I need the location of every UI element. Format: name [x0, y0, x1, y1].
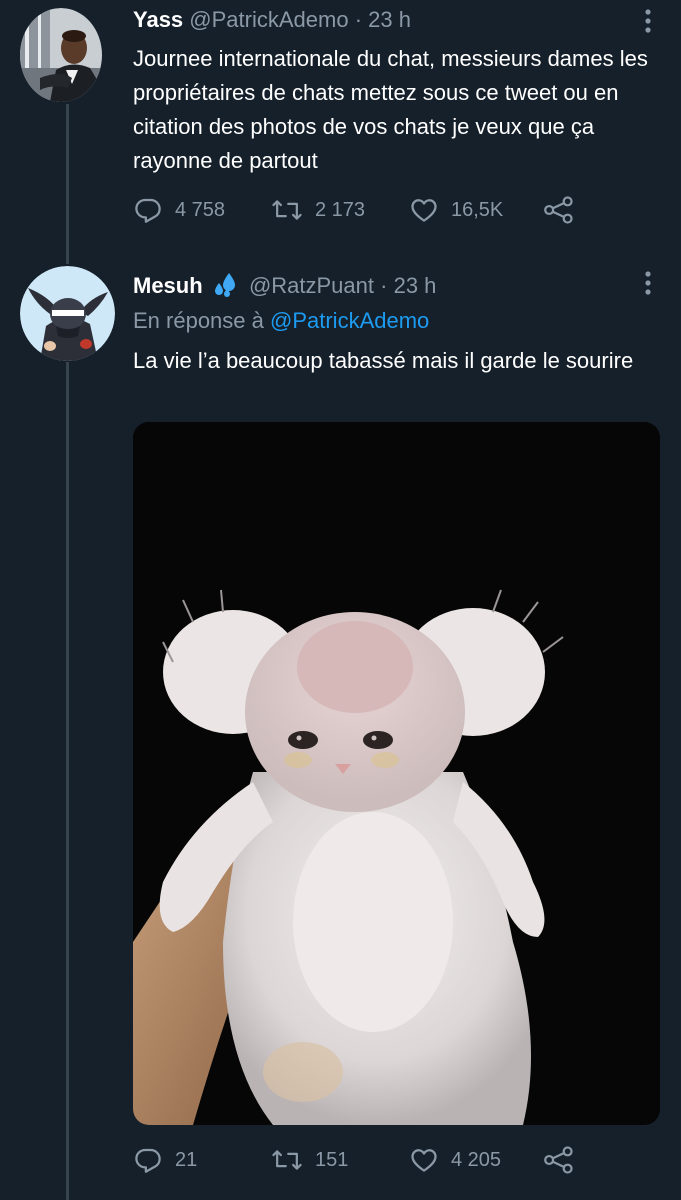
more-vertical-icon[interactable] — [638, 8, 658, 36]
separator-dot: · — [354, 7, 363, 32]
like-count: 4 205 — [451, 1148, 502, 1171]
reply-button[interactable]: 21 — [133, 1142, 197, 1178]
display-name[interactable]: Mesuh — [133, 273, 203, 298]
timestamp[interactable]: 23 h — [394, 273, 437, 298]
share-icon — [543, 195, 575, 225]
tweet-media-image[interactable] — [133, 422, 660, 1125]
user-handle[interactable]: @PatrickAdemo — [189, 7, 348, 32]
retweet-count: 151 — [315, 1148, 349, 1171]
like-button[interactable]: 16,5K — [409, 192, 503, 228]
like-count: 16,5K — [451, 198, 504, 221]
user-handle[interactable]: @RatzPuant — [249, 273, 374, 298]
avatar[interactable] — [20, 266, 115, 361]
kitten-photo — [133, 422, 660, 1125]
retweet-icon — [271, 195, 303, 225]
thread-line — [66, 104, 69, 264]
reply-prefix: En réponse à — [133, 308, 264, 333]
share-icon — [543, 1145, 575, 1175]
timestamp[interactable]: 23 h — [368, 7, 411, 32]
reply-icon — [133, 1145, 163, 1175]
reply-mention-link[interactable]: @PatrickAdemo — [270, 308, 429, 333]
share-button[interactable] — [543, 1142, 575, 1178]
tweet-actions: 4 758 2 173 16,5K — [133, 192, 603, 228]
share-button[interactable] — [543, 192, 575, 228]
tweet-actions: 21 151 4 205 — [133, 1142, 603, 1178]
thread-line — [66, 362, 69, 1200]
tweet-text: La vie l’a beaucoup tabassé mais il gard… — [133, 348, 634, 373]
sweat-droplets-icon — [213, 271, 239, 297]
retweet-icon — [271, 1145, 303, 1175]
separator-dot: · — [380, 273, 388, 298]
tweet-text: Journee internationale du chat, messieur… — [133, 46, 648, 173]
display-name[interactable]: Yass — [133, 7, 183, 32]
reply-button[interactable]: 4 758 — [133, 192, 225, 228]
reply-context: En réponse à @PatrickAdemo — [133, 306, 429, 336]
like-button[interactable]: 4 205 — [409, 1142, 501, 1178]
avatar[interactable] — [20, 8, 102, 102]
retweet-button[interactable]: 151 — [271, 1142, 348, 1178]
retweet-count: 2 173 — [315, 198, 366, 221]
timeline: Yass @PatrickAdemo · 23 h Journee intern… — [0, 0, 681, 1200]
tweet-header: Yass @PatrickAdemo · 23 h — [133, 6, 411, 34]
reply-icon — [133, 195, 163, 225]
reply-count: 21 — [175, 1148, 198, 1171]
more-vertical-icon[interactable] — [638, 270, 658, 298]
like-icon — [409, 1145, 439, 1175]
reply-count: 4 758 — [175, 198, 226, 221]
tweet-header: Mesuh @RatzPuant · 23 h — [133, 271, 436, 300]
retweet-button[interactable]: 2 173 — [271, 192, 365, 228]
like-icon — [409, 195, 439, 225]
